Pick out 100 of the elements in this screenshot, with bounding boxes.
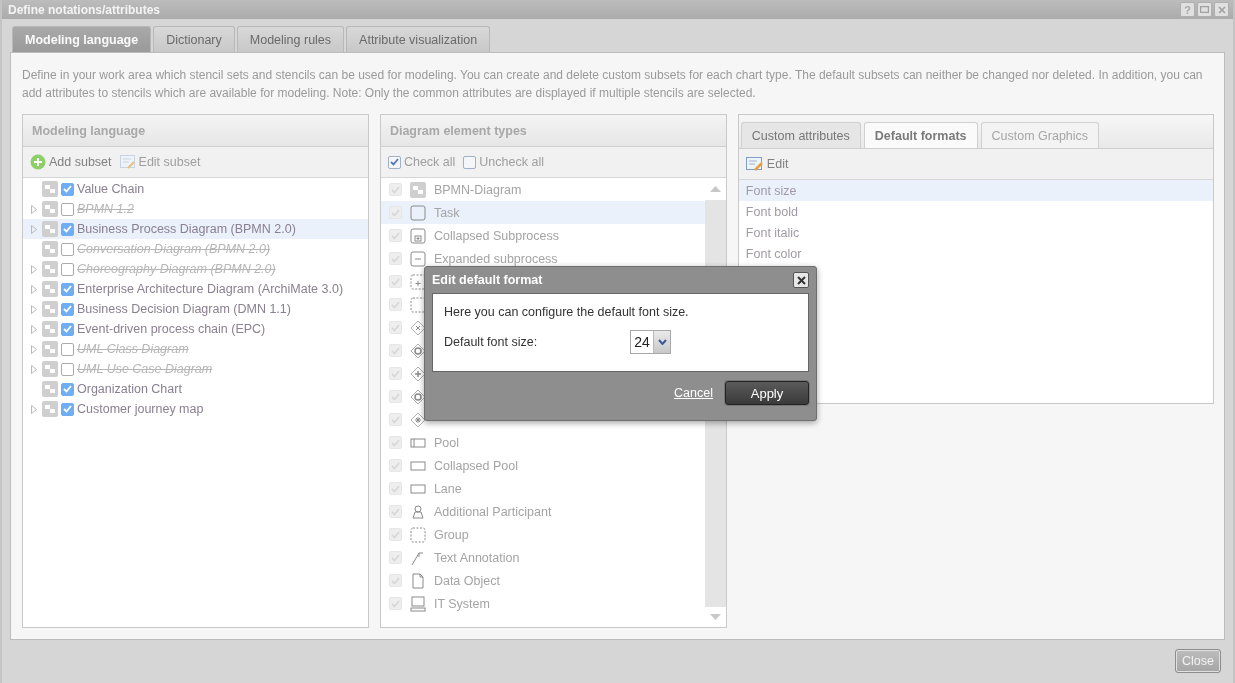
element-type[interactable]: Task (433, 205, 460, 220)
element-type[interactable]: Data Object (433, 573, 500, 588)
expand-icon[interactable] (31, 324, 37, 334)
diagram-icon (42, 241, 58, 257)
tree-item[interactable]: Conversation Diagram (BPMN 2.0) (77, 242, 271, 256)
tree-item[interactable]: Organization Chart (77, 382, 182, 396)
element-type[interactable]: Lane (433, 481, 462, 496)
format-item[interactable]: Font size (738, 180, 1213, 201)
close-button[interactable] (793, 272, 809, 288)
checkbox[interactable] (61, 282, 74, 296)
help-button[interactable]: ? (1180, 2, 1195, 17)
tree-item[interactable]: Business Decision Diagram (DMN 1.1) (77, 302, 291, 316)
person-icon (409, 503, 426, 520)
computer-icon (409, 595, 426, 612)
expand-icon[interactable] (31, 404, 37, 414)
document-icon (409, 572, 426, 589)
checkbox[interactable] (61, 182, 74, 196)
tree-item[interactable]: Choreography Diagram (BPMN 2.0) (77, 262, 276, 276)
format-item[interactable]: Font italic (738, 222, 1213, 243)
diagram-icon (42, 301, 58, 317)
expand-icon[interactable] (31, 264, 37, 274)
checkbox[interactable] (61, 402, 74, 416)
diagram-icon (42, 361, 58, 377)
checkbox[interactable] (61, 222, 74, 236)
maximize-icon (1200, 6, 1209, 13)
close-icon (1217, 5, 1226, 14)
element-type[interactable]: Collapsed Pool (433, 458, 518, 473)
edit-button[interactable]: Edit (745, 156, 789, 172)
element-type[interactable]: IT System (433, 596, 490, 611)
element-type[interactable]: Collapsed Subprocess (433, 228, 559, 243)
maximize-button[interactable] (1197, 2, 1212, 17)
plus-square-icon (409, 227, 426, 244)
element-type[interactable]: Additional Participant (433, 504, 552, 519)
expand-icon[interactable] (31, 204, 37, 214)
edit-icon (119, 154, 136, 170)
expand-icon[interactable] (31, 344, 37, 354)
apply-button[interactable]: Apply (725, 381, 809, 405)
edit-icon (745, 156, 764, 172)
add-subset-button[interactable]: Add subset (30, 154, 112, 170)
format-item[interactable]: Font color (738, 243, 1213, 264)
diagram-icon (409, 181, 426, 198)
checkbox[interactable] (61, 362, 74, 376)
scroll-up-icon[interactable] (709, 186, 721, 192)
square-icon (409, 204, 426, 221)
check-all-button[interactable]: Check all (387, 155, 456, 169)
panel-title: Diagram element types (380, 115, 726, 147)
uncheck-all-button[interactable]: Uncheck all (463, 155, 544, 169)
tab[interactable]: Modeling language (12, 26, 152, 52)
element-type[interactable]: Text Annotation (433, 550, 520, 565)
expand-icon[interactable] (31, 284, 37, 294)
diagram-icon (42, 381, 58, 397)
checkbox[interactable] (61, 262, 74, 276)
dialog-message: Here you can configure the default font size. (444, 305, 690, 319)
checkbox[interactable] (61, 342, 74, 356)
diagram-icon (42, 261, 58, 277)
tree-item[interactable]: Value Chain (77, 182, 145, 196)
close-icon (796, 275, 806, 285)
panel-title: Modeling language (23, 115, 368, 147)
element-type[interactable]: Expanded subprocess (433, 251, 558, 266)
element-type[interactable]: Group (433, 527, 469, 542)
expand-icon[interactable] (31, 224, 37, 234)
close-dialog-button[interactable]: Close (1175, 649, 1221, 673)
expand-icon[interactable] (31, 364, 37, 374)
dashed-square-icon (409, 526, 426, 543)
element-type[interactable]: Pool (433, 435, 459, 450)
tab[interactable]: Custom attributes (740, 122, 861, 148)
tab[interactable]: Default formats (863, 122, 978, 148)
minus-square-icon (409, 250, 426, 267)
chevron-down-icon (657, 339, 667, 345)
font-size-select[interactable]: 24 (630, 330, 671, 354)
tree-item[interactable]: BPMN 1.2 (77, 202, 134, 216)
diagram-icon (42, 221, 58, 237)
checkbox[interactable] (61, 302, 74, 316)
checkbox[interactable] (61, 322, 74, 336)
diagram-icon (42, 281, 58, 297)
add-icon (30, 154, 46, 170)
expand-icon[interactable] (31, 304, 37, 314)
scroll-down-icon[interactable] (709, 614, 721, 620)
diagram-icon (42, 181, 58, 197)
checkbox[interactable] (61, 242, 74, 256)
cancel-link[interactable]: Cancel (674, 386, 713, 400)
dialog-title: Edit default format (432, 273, 543, 287)
tab[interactable]: Modeling rules (236, 26, 345, 52)
checkbox[interactable] (61, 382, 74, 396)
tab[interactable]: Attribute visualization (346, 26, 491, 52)
tree-item[interactable]: Event-driven process chain (EPC) (77, 322, 266, 336)
field-label: Default font size: (444, 335, 539, 349)
tree-item[interactable]: UML Use Case Diagram (77, 362, 213, 376)
window-title: Define notations/attributes (8, 2, 161, 17)
diagram-icon (42, 341, 58, 357)
format-item[interactable]: Font bold (738, 201, 1213, 222)
element-type[interactable]: BPMN-Diagram (433, 182, 522, 197)
tab[interactable]: Dictionary (153, 26, 235, 52)
checkbox[interactable] (61, 202, 74, 216)
diagram-icon (42, 321, 58, 337)
diagram-icon (42, 201, 58, 217)
tree-item[interactable]: Customer journey map (77, 402, 204, 416)
tree-item[interactable]: UML Class Diagram (77, 342, 189, 356)
tree-item[interactable]: Enterprise Architecture Diagram (ArchiMate 3.0) (77, 282, 344, 296)
diagram-icon (42, 401, 58, 417)
